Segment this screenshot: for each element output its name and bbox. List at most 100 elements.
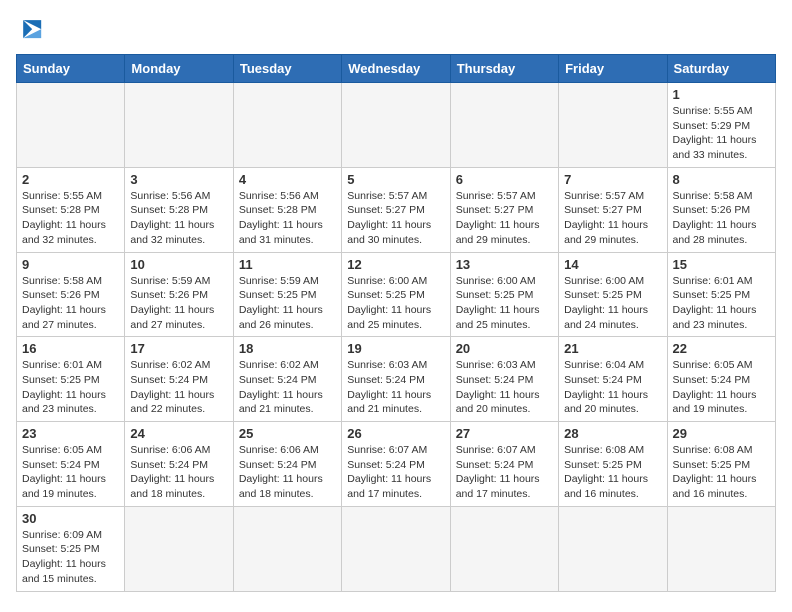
day-number: 26 [347,426,444,441]
calendar-cell: 4 Sunrise: 5:56 AM Sunset: 5:28 PM Daylig… [233,167,341,252]
calendar-cell: 13 Sunrise: 6:00 AM Sunset: 5:25 PM Dayli… [450,252,558,337]
calendar-cell: 8 Sunrise: 5:58 AM Sunset: 5:26 PM Daylig… [667,167,775,252]
day-info: Sunrise: 6:07 AM Sunset: 5:24 PM Dayligh… [347,443,444,502]
day-info: Sunrise: 6:02 AM Sunset: 5:24 PM Dayligh… [239,358,336,417]
generalblue-icon [16,16,52,44]
calendar-cell [559,506,667,591]
day-number: 11 [239,257,336,272]
day-info: Sunrise: 6:00 AM Sunset: 5:25 PM Dayligh… [347,274,444,333]
day-number: 30 [22,511,119,526]
calendar-cell: 3Sunrise: 5:56 AM Sunset: 5:28 PM Daylig… [125,167,233,252]
day-number: 12 [347,257,444,272]
calendar-cell: 20 Sunrise: 6:03 AM Sunset: 5:24 PM Dayli… [450,337,558,422]
day-number: 29 [673,426,770,441]
day-number: 22 [673,341,770,356]
day-number: 25 [239,426,336,441]
calendar-row-5: 30 Sunrise: 6:09 AM Sunset: 5:25 PM Dayli… [17,506,776,591]
day-info: Sunrise: 6:03 AM Sunset: 5:24 PM Dayligh… [456,358,553,417]
calendar-cell: 28 Sunrise: 6:08 AM Sunset: 5:25 PM Dayli… [559,422,667,507]
day-number: 15 [673,257,770,272]
day-number: 19 [347,341,444,356]
calendar-cell: 26 Sunrise: 6:07 AM Sunset: 5:24 PM Dayli… [342,422,450,507]
day-info: Sunrise: 6:05 AM Sunset: 5:24 PM Dayligh… [22,443,119,502]
day-number: 8 [673,172,770,187]
day-info: Sunrise: 6:01 AM Sunset: 5:25 PM Dayligh… [22,358,119,417]
calendar-cell [450,506,558,591]
calendar-cell: 29 Sunrise: 6:08 AM Sunset: 5:25 PM Dayli… [667,422,775,507]
calendar-cell [233,506,341,591]
day-info: Sunrise: 6:01 AM Sunset: 5:25 PM Dayligh… [673,274,770,333]
day-info: Sunrise: 6:07 AM Sunset: 5:24 PM Dayligh… [456,443,553,502]
day-number: 23 [22,426,119,441]
calendar-cell: 25 Sunrise: 6:06 AM Sunset: 5:24 PM Dayli… [233,422,341,507]
day-number: 13 [456,257,553,272]
day-info: Sunrise: 6:02 AM Sunset: 5:24 PM Dayligh… [130,358,227,417]
day-number: 24 [130,426,227,441]
calendar-cell: 18 Sunrise: 6:02 AM Sunset: 5:24 PM Dayli… [233,337,341,422]
calendar-cell [125,83,233,168]
day-info: Sunrise: 5:55 AM Sunset: 5:29 PM Dayligh… [673,104,770,163]
calendar-table: SundayMondayTuesdayWednesdayThursdayFrid… [16,54,776,592]
calendar-cell: 23 Sunrise: 6:05 AM Sunset: 5:24 PM Dayli… [17,422,125,507]
calendar-cell: 12 Sunrise: 6:00 AM Sunset: 5:25 PM Dayli… [342,252,450,337]
calendar-cell: 10Sunrise: 5:59 AM Sunset: 5:26 PM Dayli… [125,252,233,337]
weekday-header-saturday: Saturday [667,55,775,83]
weekday-header-tuesday: Tuesday [233,55,341,83]
weekday-header-row: SundayMondayTuesdayWednesdayThursdayFrid… [17,55,776,83]
calendar-cell: 17 Sunrise: 6:02 AM Sunset: 5:24 PM Dayli… [125,337,233,422]
calendar-row-4: 23 Sunrise: 6:05 AM Sunset: 5:24 PM Dayli… [17,422,776,507]
calendar-cell: 15 Sunrise: 6:01 AM Sunset: 5:25 PM Dayli… [667,252,775,337]
day-info: Sunrise: 5:57 AM Sunset: 5:27 PM Dayligh… [456,189,553,248]
day-info: Sunrise: 6:00 AM Sunset: 5:25 PM Dayligh… [564,274,661,333]
day-info: Sunrise: 6:00 AM Sunset: 5:25 PM Dayligh… [456,274,553,333]
day-info: Sunrise: 6:09 AM Sunset: 5:25 PM Dayligh… [22,528,119,587]
weekday-header-monday: Monday [125,55,233,83]
day-info: Sunrise: 6:03 AM Sunset: 5:24 PM Dayligh… [347,358,444,417]
day-number: 3 [130,172,227,187]
day-info: Sunrise: 6:05 AM Sunset: 5:24 PM Dayligh… [673,358,770,417]
day-info: Sunrise: 5:58 AM Sunset: 5:26 PM Dayligh… [22,274,119,333]
day-number: 4 [239,172,336,187]
day-number: 2 [22,172,119,187]
day-info: Sunrise: 6:06 AM Sunset: 5:24 PM Dayligh… [239,443,336,502]
calendar-cell [667,506,775,591]
calendar-row-2: 9 Sunrise: 5:58 AM Sunset: 5:26 PM Daylig… [17,252,776,337]
calendar-cell: 2 Sunrise: 5:55 AM Sunset: 5:28 PM Daylig… [17,167,125,252]
calendar-row-1: 2 Sunrise: 5:55 AM Sunset: 5:28 PM Daylig… [17,167,776,252]
day-info: Sunrise: 5:57 AM Sunset: 5:27 PM Dayligh… [347,189,444,248]
day-info: Sunrise: 6:08 AM Sunset: 5:25 PM Dayligh… [564,443,661,502]
calendar-row-0: 1 Sunrise: 5:55 AM Sunset: 5:29 PM Daylig… [17,83,776,168]
calendar-cell: 30 Sunrise: 6:09 AM Sunset: 5:25 PM Dayli… [17,506,125,591]
calendar-cell: 14 Sunrise: 6:00 AM Sunset: 5:25 PM Dayli… [559,252,667,337]
day-number: 16 [22,341,119,356]
day-number: 9 [22,257,119,272]
day-number: 20 [456,341,553,356]
day-number: 28 [564,426,661,441]
calendar-cell: 11 Sunrise: 5:59 AM Sunset: 5:25 PM Dayli… [233,252,341,337]
page-header [16,16,776,44]
calendar-cell: 22 Sunrise: 6:05 AM Sunset: 5:24 PM Dayli… [667,337,775,422]
day-info: Sunrise: 5:56 AM Sunset: 5:28 PM Dayligh… [239,189,336,248]
day-number: 1 [673,87,770,102]
logo [16,16,56,44]
day-info: Sunrise: 5:55 AM Sunset: 5:28 PM Dayligh… [22,189,119,248]
day-info: Sunrise: 5:58 AM Sunset: 5:26 PM Dayligh… [673,189,770,248]
day-number: 5 [347,172,444,187]
calendar-cell [233,83,341,168]
day-number: 7 [564,172,661,187]
day-number: 18 [239,341,336,356]
calendar-cell [17,83,125,168]
day-number: 17 [130,341,227,356]
calendar-cell [125,506,233,591]
day-info: Sunrise: 5:59 AM Sunset: 5:25 PM Dayligh… [239,274,336,333]
calendar-cell [450,83,558,168]
day-info: Sunrise: 6:04 AM Sunset: 5:24 PM Dayligh… [564,358,661,417]
calendar-cell: 24Sunrise: 6:06 AM Sunset: 5:24 PM Dayli… [125,422,233,507]
calendar-cell [342,83,450,168]
calendar-cell [342,506,450,591]
day-number: 27 [456,426,553,441]
weekday-header-sunday: Sunday [17,55,125,83]
calendar-cell: 16 Sunrise: 6:01 AM Sunset: 5:25 PM Dayli… [17,337,125,422]
day-number: 14 [564,257,661,272]
day-info: Sunrise: 6:08 AM Sunset: 5:25 PM Dayligh… [673,443,770,502]
